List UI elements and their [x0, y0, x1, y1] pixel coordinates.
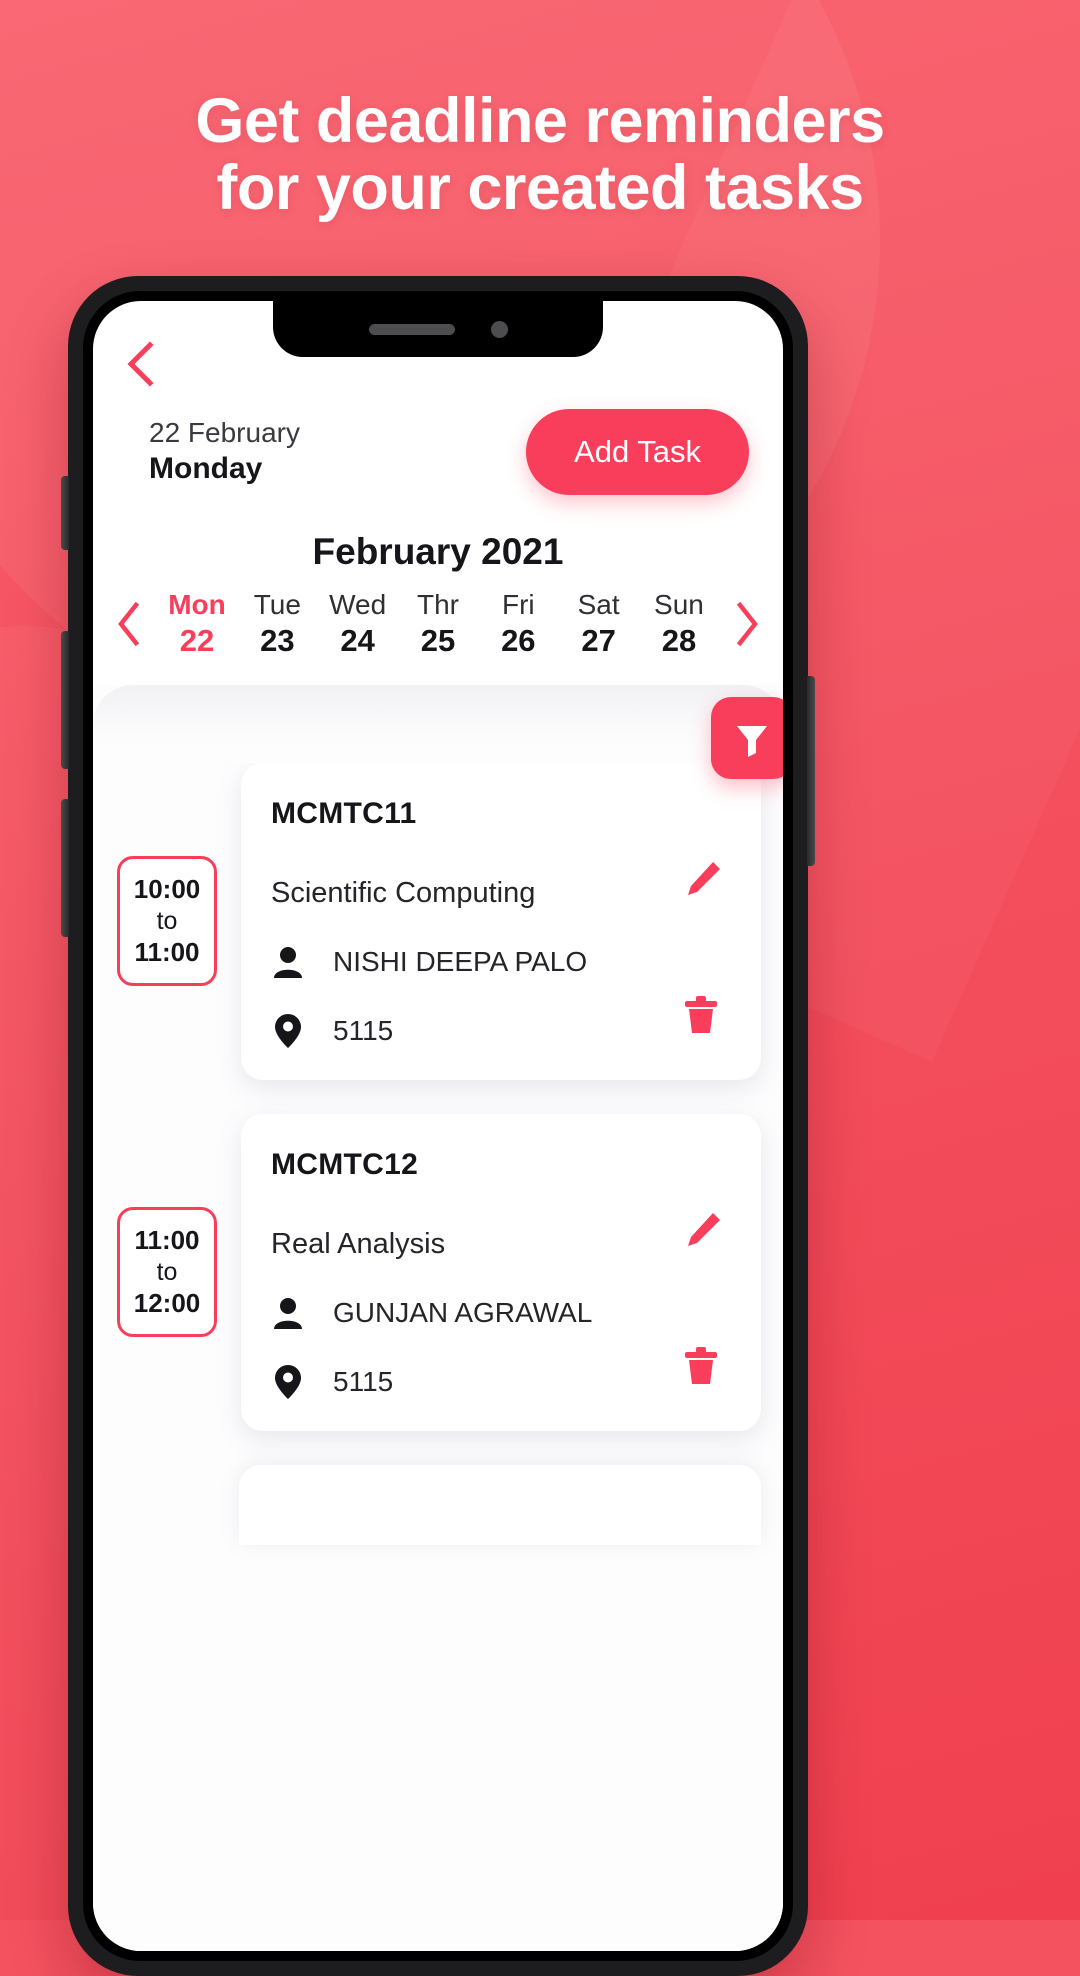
calendar-day-number: 27 — [581, 623, 616, 658]
calendar-day-name: Thr — [416, 589, 459, 620]
task-start-time: 10:00 — [133, 874, 201, 905]
calendar-day-number: 26 — [501, 623, 536, 658]
calendar-day-name: Sun — [654, 589, 704, 620]
calendar-month-title: February 2021 — [312, 531, 564, 572]
task-code: MCMTC11 — [271, 796, 417, 830]
task-title: Scientific Computing — [271, 876, 536, 909]
task-person-name: GUNJAN AGRAWAL — [333, 1296, 593, 1328]
phone-bezel: 22 February Monday Add Task February 202… — [83, 291, 793, 1961]
task-time-separator: to — [156, 907, 178, 935]
phone-volume-down-button — [61, 799, 69, 937]
person-icon — [271, 946, 305, 978]
front-camera-icon — [490, 320, 508, 338]
app-screen: 22 February Monday Add Task February 202… — [93, 301, 783, 1951]
phone-power-button — [807, 676, 815, 866]
task-location: 5115 — [333, 1014, 394, 1046]
calendar-day-fri[interactable]: Fri 26 — [480, 587, 556, 661]
task-title: Real Analysis — [271, 1227, 446, 1260]
date-weekday: Monday — [149, 452, 263, 486]
location-pin-icon — [271, 1013, 305, 1048]
calendar-day-sat[interactable]: Sat 27 — [561, 587, 637, 661]
task-list-area: 10:00 to 11:00 MCMTC11 Scientific Comput… — [93, 684, 783, 1951]
phone-volume-up-button — [61, 631, 69, 769]
task-person-name: NISHI DEEPA PALO — [333, 945, 588, 977]
phone-mute-switch — [61, 476, 69, 550]
pencil-edit-icon — [688, 861, 720, 895]
phone-notch — [273, 301, 603, 357]
task-code: MCMTC12 — [271, 1147, 419, 1181]
calendar-day-mon[interactable]: Mon 22 — [159, 587, 235, 661]
calendar-day-number: 28 — [661, 623, 697, 658]
headline-line-2: for your created tasks — [216, 152, 864, 223]
date-header-row: 22 February Monday Add Task — [93, 387, 783, 495]
phone-screen: 22 February Monday Add Task February 202… — [93, 301, 783, 1951]
calendar-prev-week-button[interactable] — [103, 601, 155, 646]
task-time-badge: 11:00 to 12:00 — [117, 1207, 217, 1338]
calendar-day-wed[interactable]: Wed 24 — [320, 587, 396, 661]
selected-date-block: 22 February Monday — [149, 417, 300, 486]
trash-delete-icon — [685, 995, 717, 1033]
calendar-day-number: 24 — [340, 623, 375, 658]
task-end-time: 11:00 — [134, 936, 200, 967]
task-time-badge: 10:00 to 11:00 — [117, 856, 217, 987]
person-icon — [271, 1297, 305, 1329]
task-location-row: 5115 — [271, 1013, 731, 1048]
delete-task-button[interactable] — [683, 1346, 719, 1391]
chevron-left-icon — [127, 341, 154, 387]
funnel-filter-icon — [737, 725, 767, 757]
task-row[interactable]: 11:00 to 12:00 MCMTC12 Real Analysis GUN… — [93, 1113, 783, 1431]
task-location: 5115 — [333, 1365, 394, 1397]
calendar-day-name: Wed — [329, 589, 387, 620]
task-person-row: NISHI DEEPA PALO — [271, 946, 731, 978]
calendar-days: Mon 22 Tue 23 Wed 24 Thr 25 Fri 26 Sat 2… — [155, 587, 721, 661]
pencil-edit-icon — [688, 1212, 720, 1246]
calendar-day-number: 22 — [179, 623, 215, 658]
calendar-next-week-button[interactable] — [721, 601, 773, 646]
location-pin-icon — [271, 1364, 305, 1399]
calendar-day-sun[interactable]: Sun 28 — [641, 587, 717, 661]
delete-task-button[interactable] — [683, 995, 719, 1040]
phone-mockup: 22 February Monday Add Task February 202… — [61, 276, 815, 1976]
edit-task-button[interactable] — [683, 859, 723, 904]
task-card[interactable]: MCMTC12 Real Analysis GUNJAN AGRAWAL 511… — [241, 1113, 761, 1431]
headline-line-1: Get deadline reminders — [195, 86, 885, 156]
task-card-partial[interactable] — [239, 1464, 761, 1545]
task-list[interactable]: 10:00 to 11:00 MCMTC11 Scientific Comput… — [93, 762, 783, 1951]
chevron-left-icon — [118, 601, 140, 646]
calendar-day-name: Fri — [501, 589, 535, 620]
task-location-row: 5115 — [271, 1364, 731, 1399]
date-day-month: 22 February — [149, 417, 300, 449]
list-top-shade — [93, 684, 783, 747]
earpiece-speaker-icon — [368, 323, 455, 335]
calendar-day-name: Sat — [577, 589, 620, 620]
task-person-row: GUNJAN AGRAWAL — [271, 1297, 731, 1329]
promo-headline: Get deadline reminders for your created … — [0, 88, 1080, 222]
task-card[interactable]: MCMTC11 Scientific Computing NISHI DEEPA… — [241, 762, 761, 1080]
calendar-week-strip: Mon 22 Tue 23 Wed 24 Thr 25 Fri 26 Sat 2… — [93, 573, 783, 661]
back-button[interactable] — [117, 341, 163, 387]
calendar-day-tue[interactable]: Tue 23 — [239, 587, 315, 661]
task-time-separator: to — [156, 1258, 178, 1286]
calendar-day-number: 23 — [260, 623, 295, 658]
calendar-day-name: Mon — [168, 589, 226, 620]
add-task-button[interactable]: Add Task — [526, 409, 749, 495]
trash-delete-icon — [685, 1346, 717, 1384]
calendar-day-number: 25 — [420, 623, 456, 658]
task-row[interactable]: 10:00 to 11:00 MCMTC11 Scientific Comput… — [93, 762, 783, 1080]
chevron-right-icon — [736, 601, 758, 646]
task-end-time: 12:00 — [133, 1287, 201, 1318]
calendar-day-name: Tue — [253, 589, 301, 620]
filter-button[interactable] — [711, 696, 783, 779]
edit-task-button[interactable] — [683, 1210, 723, 1255]
task-start-time: 11:00 — [134, 1225, 200, 1256]
calendar-day-thr[interactable]: Thr 25 — [400, 587, 476, 661]
